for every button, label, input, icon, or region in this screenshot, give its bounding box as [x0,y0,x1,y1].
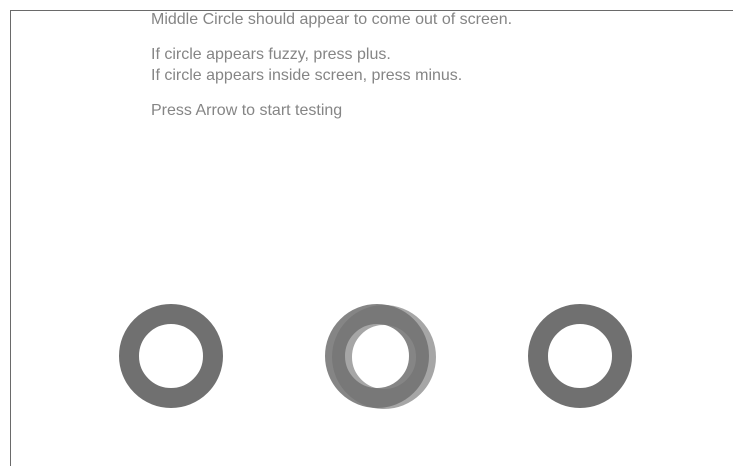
left-ring-icon [119,304,223,408]
right-ring-icon [528,304,632,408]
instruction-press-arrow: Press Arrow to start testing [151,102,343,119]
instruction-fuzzy: If circle appears fuzzy, press plus. [151,46,391,63]
instructions-panel: Middle Circle should appear to come out … [151,9,512,121]
instruction-inside: If circle appears inside screen, press m… [151,67,463,84]
instruction-middle-circle: Middle Circle should appear to come out … [151,11,513,28]
middle-ring-icon [325,304,429,408]
